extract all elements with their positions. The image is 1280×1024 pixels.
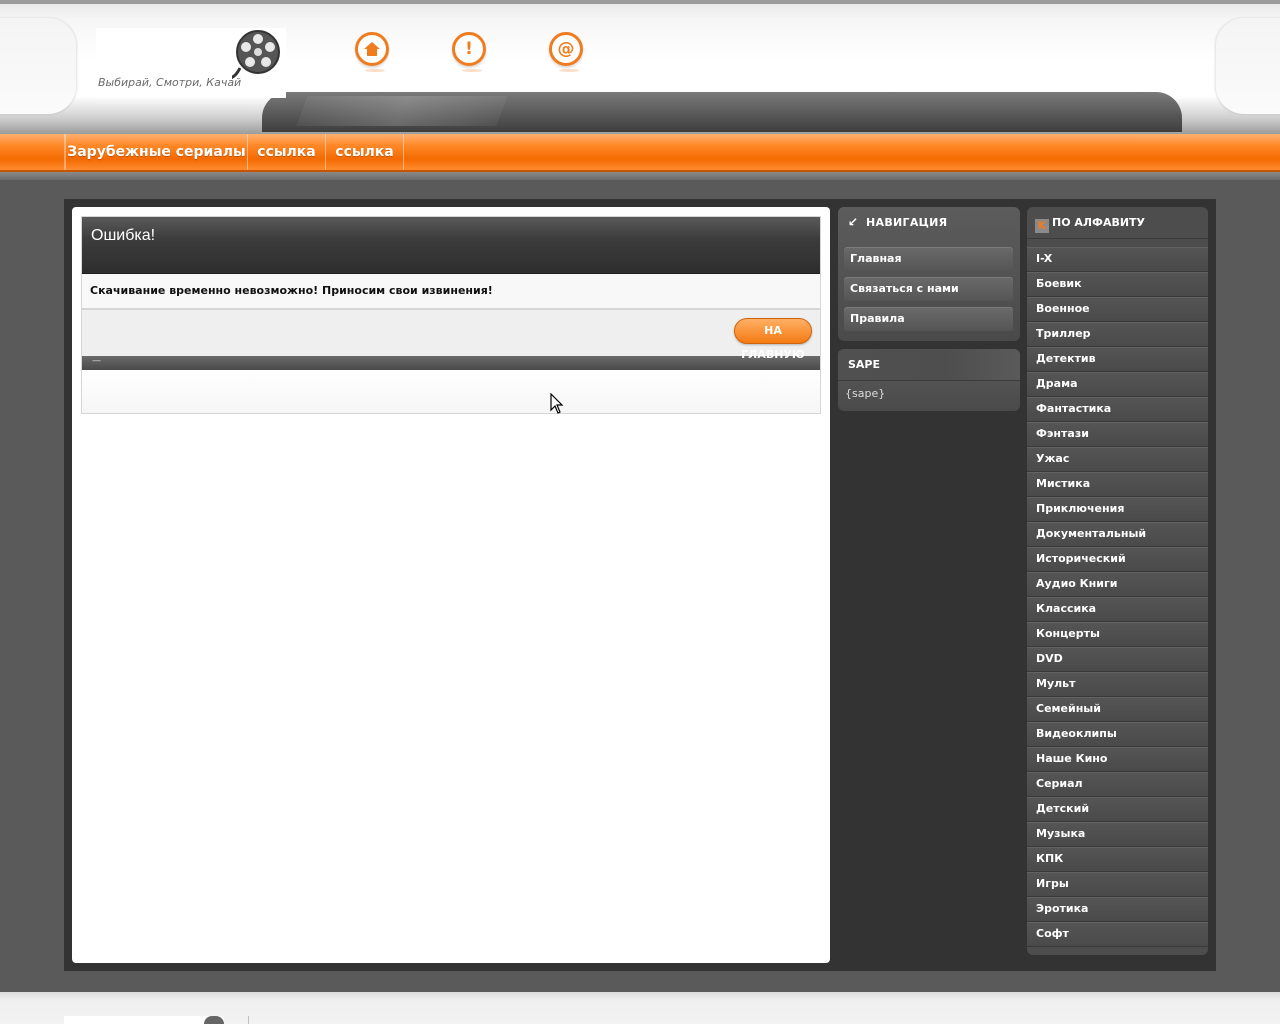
error-panel: Ошибка! Скачивание временно невозможно! … [81,216,821,414]
mail-icon[interactable]: @ [549,32,583,72]
genre-link[interactable]: Мульт [1027,672,1208,697]
menu-item-foreign-series[interactable]: Зарубежные сериалы [66,134,248,170]
film-reel-icon [232,30,280,80]
navigation-title: НАВИГАЦИЯ [866,216,948,229]
genre-link[interactable]: Концерты [1027,622,1208,647]
genre-link[interactable]: Драма [1027,372,1208,397]
error-message: Скачивание временно невозможно! Приносим… [82,274,820,310]
genre-link[interactable]: Мистика [1027,472,1208,497]
genre-link[interactable]: Военное [1027,297,1208,322]
error-footer [82,370,820,413]
genre-link[interactable]: Музыка [1027,822,1208,847]
genre-link[interactable]: Аудио Книги [1027,572,1208,597]
genre-link[interactable]: I-X [1027,247,1208,272]
genre-link[interactable]: Документальный [1027,522,1208,547]
genre-list: I-X Боевик Военное Триллер Детектив Драма Фант… [1027,247,1208,947]
genre-link[interactable]: Семейный [1027,697,1208,722]
mail-glyph: @ [557,39,575,59]
page-wrapper: Ошибка! Скачивание временно невозможно! … [64,199,1216,971]
alphabet-title: ПО АЛФАВИТУ [1052,216,1146,229]
alphabet-block: K ПО АЛФАВИТУ I-X Боевик Военное Триллер Дете… [1027,207,1208,955]
footer-logo[interactable] [64,1016,224,1024]
error-title: Ошибка! [91,227,156,244]
genre-link[interactable]: Видеоклипы [1027,722,1208,747]
arrow-icon: ↙ [848,215,859,229]
info-glyph: ! [465,39,473,59]
site-slogan: Выбирай, Смотри, Качай [98,76,242,89]
content-area: Ошибка! Скачивание временно невозможно! … [72,207,830,963]
sape-content: {sape} [845,387,886,400]
sape-title: SAPE [838,349,1020,381]
nav-item-contact[interactable]: Связаться с нами [844,277,1013,301]
navigation-title-row: ↙ НАВИГАЦИЯ [838,207,1020,239]
menu-item-link-1[interactable]: ссылка [248,134,326,170]
home-icon[interactable] [355,32,389,72]
error-actions: НА ГЛАВНУЮ [82,310,820,361]
header-decoration-left [0,18,76,114]
genre-link[interactable]: Классика [1027,597,1208,622]
header-dark-band [262,92,1182,132]
main-menu: Зарубежные сериалы ссылка ссылка [0,134,1280,172]
genre-link[interactable]: Детский [1027,797,1208,822]
header-decoration-right [1216,18,1280,114]
nav-item-home[interactable]: Главная [844,247,1013,271]
genre-link[interactable]: Исторический [1027,547,1208,572]
mouse-cursor-icon [550,393,564,414]
navigation-block: ↙ НАВИГАЦИЯ Главная Связаться с нами Прав… [838,207,1020,341]
genre-link[interactable]: Фантастика [1027,397,1208,422]
nav-item-rules[interactable]: Правила [844,307,1013,331]
genre-link[interactable]: Детектив [1027,347,1208,372]
error-bar: — [82,356,820,370]
genre-link[interactable]: КПК [1027,847,1208,872]
alphabet-title-row: K ПО АЛФАВИТУ [1027,207,1208,239]
genre-link[interactable]: Приключения [1027,497,1208,522]
genre-link[interactable]: Фэнтази [1027,422,1208,447]
genre-link[interactable]: Наше Кино [1027,747,1208,772]
footer-separator [248,1016,249,1024]
site-header: Выбирай, Смотри, Качай ! @ [0,0,1280,134]
home-glyph [364,42,380,56]
genre-link[interactable]: Ужас [1027,447,1208,472]
genre-link[interactable]: Софт [1027,922,1208,947]
site-footer [0,992,1280,1024]
alphabet-icon: K [1035,219,1049,233]
genre-link[interactable]: Эротика [1027,897,1208,922]
genre-link[interactable]: DVD [1027,647,1208,672]
menu-item-link-2[interactable]: ссылка [326,134,404,170]
genre-link[interactable]: Игры [1027,872,1208,897]
info-icon[interactable]: ! [452,32,486,72]
site-logo[interactable]: Выбирай, Смотри, Качай [96,28,286,98]
menu-underline [0,172,1280,180]
genre-link[interactable]: Сериал [1027,772,1208,797]
genre-link[interactable]: Боевик [1027,272,1208,297]
sape-block: SAPE {sape} [838,349,1020,411]
error-header: Ошибка! [82,217,820,274]
go-home-button[interactable]: НА ГЛАВНУЮ [734,318,812,361]
genre-link[interactable]: Триллер [1027,322,1208,347]
